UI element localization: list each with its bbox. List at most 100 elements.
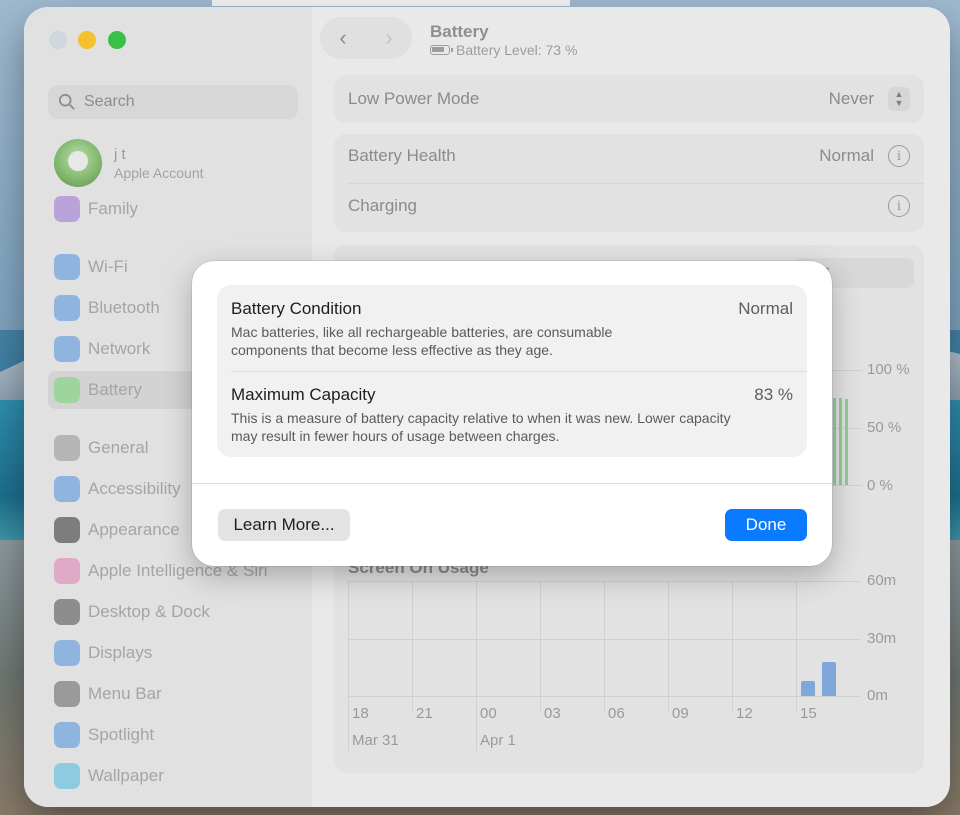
- battery-level-bar: [845, 398, 848, 485]
- bluetooth-icon: [54, 295, 80, 321]
- dialog-divider: [231, 371, 807, 372]
- battery-health-info-icon[interactable]: i: [888, 145, 910, 167]
- sidebar-item-displays[interactable]: Displays: [48, 634, 298, 672]
- battery-condition-description: Mac batteries, like all rechargeable bat…: [231, 324, 613, 358]
- battery-icon: [430, 45, 453, 55]
- battery-health-label: Battery Health: [348, 146, 456, 165]
- globe-icon: [54, 336, 80, 362]
- page-title: Battery: [430, 22, 489, 41]
- battery-condition-item: Battery Condition Normal Mac batteries, …: [231, 299, 793, 359]
- usage-chart-x-tick: 06: [608, 705, 625, 722]
- sidebar-item-label: Desktop & Dock: [88, 602, 210, 621]
- battery-condition-title: Battery Condition: [231, 299, 362, 318]
- gridline: [604, 581, 605, 711]
- battery-health-dialog: Battery Condition Normal Mac batteries, …: [192, 261, 832, 566]
- battery-level-status: Battery Level: 73 %: [430, 42, 577, 58]
- sidebar-item-desktop-dock[interactable]: Desktop & Dock: [48, 593, 298, 631]
- sidebar-item-label: Wallpaper: [88, 766, 164, 785]
- search-placeholder: Search: [84, 93, 135, 110]
- sun-icon: [54, 640, 80, 666]
- accessibility-icon: [54, 476, 80, 502]
- battery-level-bar: [833, 397, 836, 485]
- done-button[interactable]: Done: [725, 509, 807, 541]
- settings-window: Search j t Apple Account Family Wi-Fi Blue…: [24, 7, 950, 807]
- usage-chart-x-tick: 12: [736, 705, 753, 722]
- minimize-window-button[interactable]: [78, 31, 96, 49]
- account-subtitle: Apple Account: [114, 164, 204, 181]
- battery-health-value: Normal: [819, 146, 874, 165]
- maximum-capacity-item: Maximum Capacity 83 % This is a measure …: [231, 385, 793, 445]
- sidebar-item-label: Spotlight: [88, 725, 155, 744]
- maximum-capacity-description: This is a measure of battery capacity re…: [231, 410, 731, 444]
- siri-icon: [54, 558, 80, 584]
- dialog-info-group: Battery Condition Normal Mac batteries, …: [217, 285, 807, 457]
- sidebar-item-label: Bluetooth: [88, 298, 160, 317]
- battery-condition-value: Normal: [738, 299, 793, 318]
- dock-icon: [54, 599, 80, 625]
- sidebar-item-wallpaper[interactable]: Wallpaper: [48, 757, 298, 795]
- maximum-capacity-value: 83 %: [754, 385, 793, 404]
- charging-info-icon[interactable]: i: [888, 195, 910, 217]
- sidebar-item-family[interactable]: Family: [48, 190, 298, 228]
- avatar: [54, 139, 102, 187]
- history-nav: ‹ ›: [320, 17, 412, 59]
- screen-usage-bar: [801, 680, 815, 696]
- usage-chart-x-tick: 21: [416, 705, 433, 722]
- sidebar-item-label: Family: [88, 199, 139, 218]
- low-power-select[interactable]: Never ▲ ▼: [829, 87, 910, 111]
- gridline: [540, 581, 541, 711]
- usage-chart-date-label: Mar 31: [352, 732, 399, 749]
- dialog-footer-divider: [192, 483, 832, 484]
- usage-chart-x-tick: 15: [800, 705, 817, 722]
- wifi-icon: [54, 254, 80, 280]
- sidebar-item-label: Appearance: [88, 520, 180, 539]
- battery-chart-y-tick: 50 %: [867, 419, 902, 436]
- zoom-window-button[interactable]: [108, 31, 126, 49]
- forward-button[interactable]: ›: [385, 25, 392, 51]
- sidebar-item-label: Battery: [88, 380, 142, 399]
- account-name: j t: [114, 145, 126, 163]
- charging-label: Charging: [348, 196, 417, 215]
- usage-chart-x-tick: 09: [672, 705, 689, 722]
- low-power-card: Low Power Mode Never ▲ ▼: [334, 75, 924, 123]
- battery-chart-y-tick: 0 %: [867, 477, 893, 494]
- usage-chart-y-tick: 30m: [867, 629, 897, 647]
- background-window-edge: [212, 0, 570, 6]
- back-button[interactable]: ‹: [339, 25, 346, 51]
- usage-chart-y-tick: 0m: [867, 687, 888, 704]
- sidebar-item-spotlight[interactable]: Spotlight: [48, 716, 298, 754]
- usage-chart-x-tick: 00: [480, 705, 497, 722]
- battery-chart-y-tick: 100 %: [867, 361, 910, 378]
- learn-more-button[interactable]: Learn More...: [218, 509, 350, 541]
- battery-icon: [54, 377, 80, 403]
- search-input[interactable]: Search: [48, 85, 298, 119]
- gridline: [668, 581, 669, 711]
- gridline: [412, 581, 413, 711]
- sidebar-item-label: General: [88, 438, 149, 457]
- row-divider: [348, 183, 924, 184]
- apple-account-item[interactable]: j t Apple Account: [54, 137, 294, 189]
- gridline: [348, 581, 349, 751]
- battery-level-text: Battery Level: 73 %: [456, 42, 578, 58]
- usage-chart-x-tick: 03: [544, 705, 561, 722]
- low-power-value: Never: [828, 89, 874, 108]
- chevron-updown-icon: ▲ ▼: [888, 87, 910, 111]
- sidebar-item-label: Menu Bar: [88, 684, 162, 703]
- usage-chart-y-tick: 60m: [867, 572, 897, 589]
- sidebar-item-label: Wi-Fi: [88, 257, 128, 276]
- gridline: [476, 581, 477, 751]
- sidebar-item-menu-bar[interactable]: Menu Bar: [48, 675, 298, 713]
- sidebar-item-label: Accessibility: [88, 479, 181, 498]
- sidebar-item-label: Displays: [88, 643, 153, 662]
- screen-usage-bar: [822, 661, 836, 696]
- family-icon: [54, 196, 80, 222]
- battery-level-bar: [839, 397, 842, 485]
- low-power-label: Low Power Mode: [348, 89, 480, 108]
- close-window-button[interactable]: [49, 31, 67, 49]
- appearance-icon: [54, 517, 80, 543]
- gridline: [796, 581, 797, 711]
- maximum-capacity-title: Maximum Capacity: [231, 385, 376, 404]
- gear-icon: [54, 435, 80, 461]
- sidebar-item-label: Network: [88, 339, 151, 358]
- usage-chart-x-tick: 18: [352, 705, 369, 722]
